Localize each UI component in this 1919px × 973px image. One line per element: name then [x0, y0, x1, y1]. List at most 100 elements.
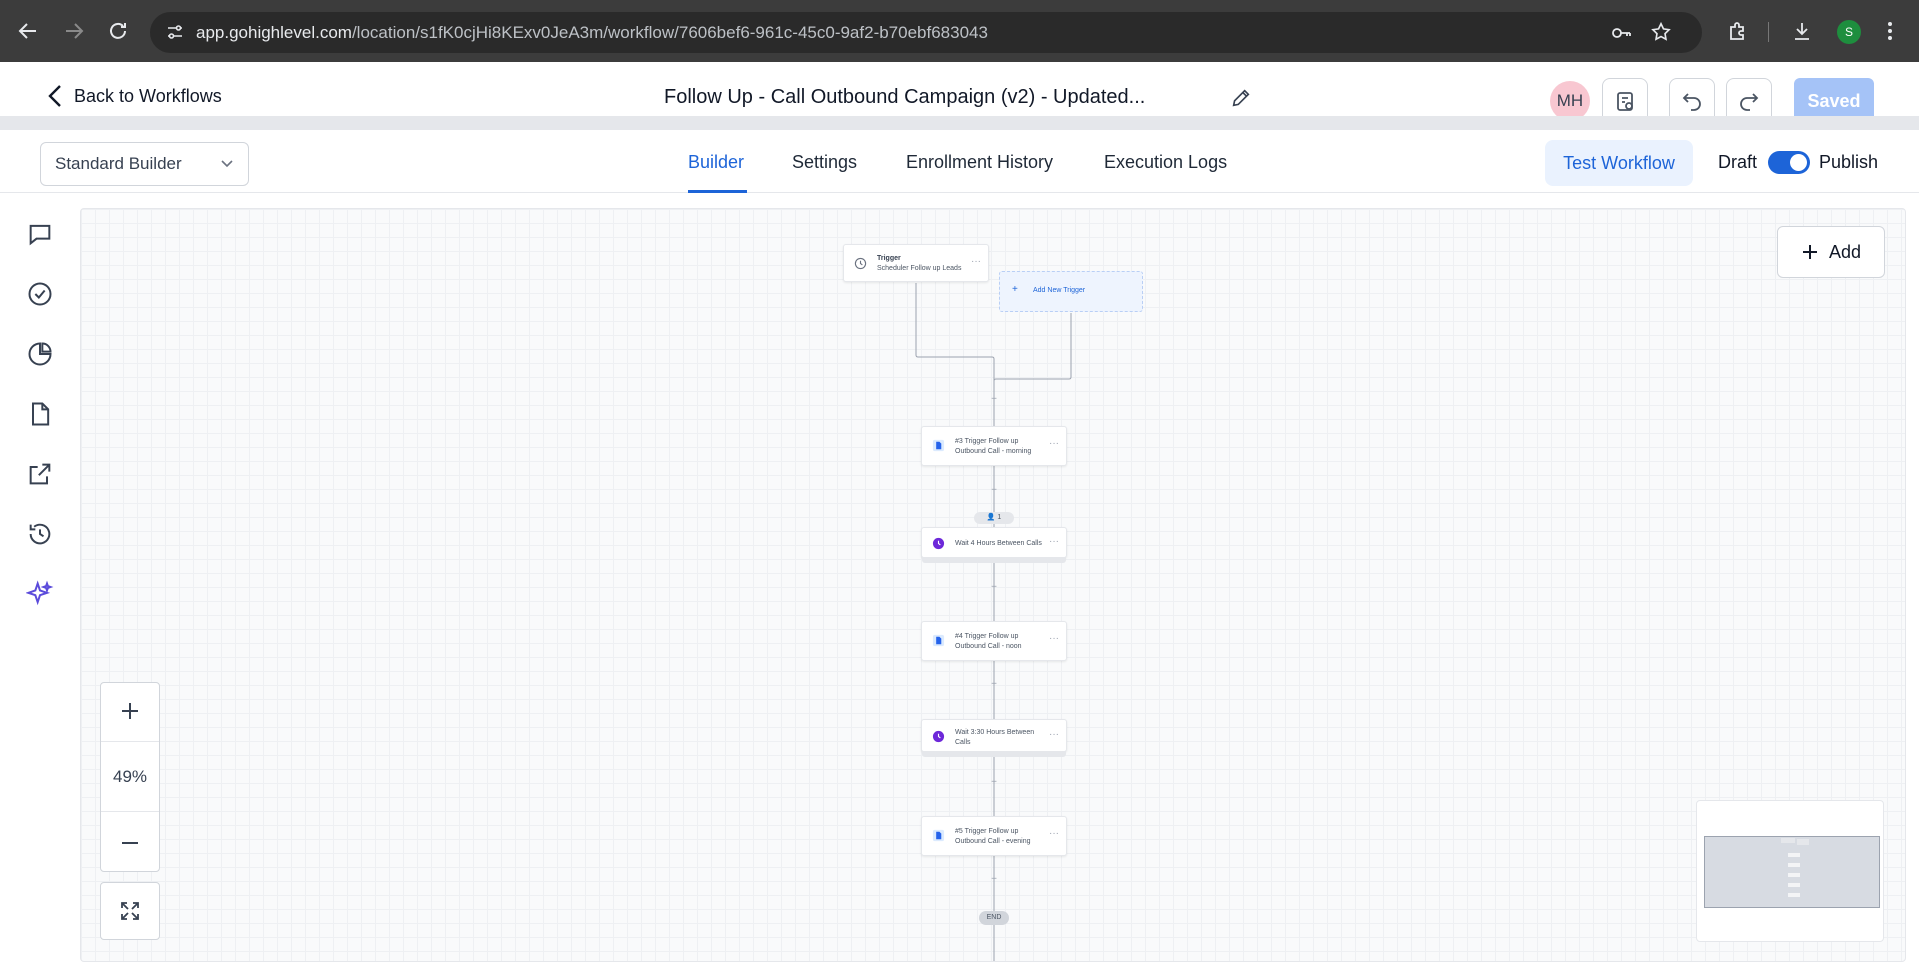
- tab-enrollment-history[interactable]: Enrollment History: [906, 152, 1053, 173]
- history-icon[interactable]: [26, 520, 54, 548]
- bookmark-star-icon[interactable]: [1650, 21, 1672, 43]
- add-step-plus[interactable]: +: [989, 395, 999, 405]
- pencil-icon[interactable]: [1230, 87, 1252, 109]
- minimap-node: [1788, 893, 1800, 897]
- zoom-out-button[interactable]: [101, 833, 159, 853]
- node-menu-icon[interactable]: ···: [1049, 438, 1059, 449]
- add-new-trigger-button[interactable]: + Add New Trigger: [999, 271, 1143, 312]
- external-link-icon[interactable]: [26, 460, 54, 488]
- zoom-controls: 49%: [100, 682, 160, 872]
- node-menu-icon[interactable]: ···: [1049, 729, 1059, 740]
- action-line2: Outbound Call - noon: [955, 643, 1022, 650]
- url-text: app.gohighlevel.com/location/s1fK0cjHi8K…: [196, 23, 988, 43]
- check-circle-icon[interactable]: [26, 280, 54, 308]
- toolbar-divider: [1768, 22, 1769, 42]
- forward-arrow-icon[interactable]: [62, 19, 86, 43]
- clipboard-check-icon: [1613, 89, 1637, 113]
- add-step-plus[interactable]: +: [989, 875, 999, 885]
- trigger-node[interactable]: Trigger Scheduler Follow up Leads ···: [843, 244, 989, 282]
- minimap-node: [1788, 883, 1800, 887]
- add-step-plus[interactable]: +: [989, 486, 999, 496]
- user-avatar[interactable]: MH: [1550, 81, 1590, 121]
- browser-chrome: app.gohighlevel.com/location/s1fK0cjHi8K…: [0, 0, 1919, 62]
- expand-icon: [118, 899, 142, 923]
- add-step-plus[interactable]: +: [989, 583, 999, 593]
- action-line2: Outbound Call - evening: [955, 838, 1031, 845]
- node-menu-icon[interactable]: ···: [1049, 536, 1059, 547]
- builder-tabbar: Standard Builder Builder Settings Enroll…: [0, 130, 1919, 193]
- action-node[interactable]: #5 Trigger Follow up Outbound Call - eve…: [921, 816, 1067, 856]
- publish-label: Publish: [1819, 152, 1879, 172]
- divider: [101, 741, 159, 742]
- header-divider: [0, 116, 1919, 130]
- node-menu-icon[interactable]: ···: [1049, 828, 1059, 839]
- plus-icon: +: [1012, 284, 1018, 295]
- end-node: END: [979, 911, 1009, 925]
- workflow-canvas[interactable]: Trigger Scheduler Follow up Leads ··· + …: [80, 208, 1906, 962]
- workflow-title: Follow Up - Call Outbound Campaign (v2) …: [664, 86, 1146, 108]
- zoom-in-button[interactable]: [101, 701, 159, 721]
- address-bar[interactable]: app.gohighlevel.com/location/s1fK0cjHi8K…: [150, 12, 1702, 53]
- tab-builder[interactable]: Builder: [688, 152, 744, 173]
- chat-icon[interactable]: [26, 220, 54, 248]
- wait-clock-icon: [932, 537, 945, 550]
- file-icon[interactable]: [26, 400, 54, 428]
- profile-avatar[interactable]: S: [1837, 20, 1861, 44]
- back-to-workflows-link[interactable]: Back to Workflows: [48, 84, 222, 108]
- reload-icon[interactable]: [106, 19, 130, 43]
- add-step-plus[interactable]: +: [989, 680, 999, 690]
- trigger-name: Scheduler Follow up Leads: [877, 265, 962, 272]
- builder-type-select[interactable]: Standard Builder: [40, 142, 249, 186]
- site-settings-icon[interactable]: [166, 23, 184, 41]
- wait-node[interactable]: Wait 4 Hours Between Calls ···: [921, 527, 1067, 563]
- trigger-label: Trigger: [877, 255, 901, 262]
- url-host: app.gohighlevel.com: [196, 23, 352, 42]
- document-icon: [932, 634, 945, 647]
- menu-kebab-icon[interactable]: [1878, 19, 1902, 43]
- node-menu-icon[interactable]: ···: [971, 256, 981, 267]
- user-icon: 👤: [986, 514, 996, 521]
- add-step-plus[interactable]: +: [989, 778, 999, 788]
- fit-view-button[interactable]: [100, 882, 160, 940]
- minimap-node: [1797, 839, 1809, 845]
- action-line1: Wait 4 Hours Between Calls: [955, 540, 1042, 547]
- key-icon[interactable]: [1610, 22, 1632, 44]
- pie-chart-icon[interactable]: [26, 340, 54, 368]
- workflow-header: Back to Workflows Follow Up - Call Outbo…: [0, 62, 1919, 124]
- wait-node[interactable]: Wait 3:30 Hours Between Calls ···: [921, 719, 1067, 757]
- draft-label: Draft: [1718, 152, 1758, 172]
- action-node[interactable]: #4 Trigger Follow up Outbound Call - noo…: [921, 621, 1067, 661]
- add-label: Add: [1828, 241, 1862, 262]
- download-icon[interactable]: [1790, 19, 1814, 43]
- test-workflow-button[interactable]: Test Workflow: [1545, 140, 1693, 186]
- minimap-viewport[interactable]: [1704, 836, 1880, 908]
- contact-count-badge[interactable]: 👤 1: [974, 512, 1014, 524]
- minimap[interactable]: [1696, 800, 1884, 942]
- minimap-node: [1781, 838, 1795, 843]
- back-label: Back to Workflows: [74, 85, 222, 106]
- add-trigger-label: Add New Trigger: [1033, 287, 1086, 294]
- action-line1: #3 Trigger Follow up: [955, 438, 1019, 445]
- sparkles-icon[interactable]: [26, 580, 54, 608]
- extensions-icon[interactable]: [1726, 19, 1750, 43]
- contact-count: 1: [997, 514, 1002, 521]
- action-line2: Outbound Call - morning: [955, 448, 1032, 455]
- tab-execution-logs[interactable]: Execution Logs: [1104, 152, 1227, 173]
- url-path: /location/s1fK0cjHi8KExv0JeA3m/workflow/…: [351, 23, 988, 42]
- zoom-level: 49%: [112, 767, 148, 786]
- chevron-left-icon: [48, 84, 62, 108]
- add-button[interactable]: Add: [1777, 226, 1885, 278]
- toggle-knob: [1790, 154, 1807, 171]
- publish-toggle[interactable]: [1768, 151, 1810, 174]
- undo-icon: [1680, 89, 1704, 113]
- active-tab-indicator: [688, 190, 747, 193]
- action-line2: Calls: [955, 739, 971, 746]
- tab-settings[interactable]: Settings: [792, 152, 857, 173]
- redo-icon: [1737, 89, 1761, 113]
- node-menu-icon[interactable]: ···: [1049, 633, 1059, 644]
- minimap-node: [1788, 853, 1800, 857]
- divider: [101, 811, 159, 812]
- wait-clock-icon: [932, 730, 945, 743]
- back-arrow-icon[interactable]: [16, 19, 40, 43]
- action-node[interactable]: #3 Trigger Follow up Outbound Call - mor…: [921, 426, 1067, 466]
